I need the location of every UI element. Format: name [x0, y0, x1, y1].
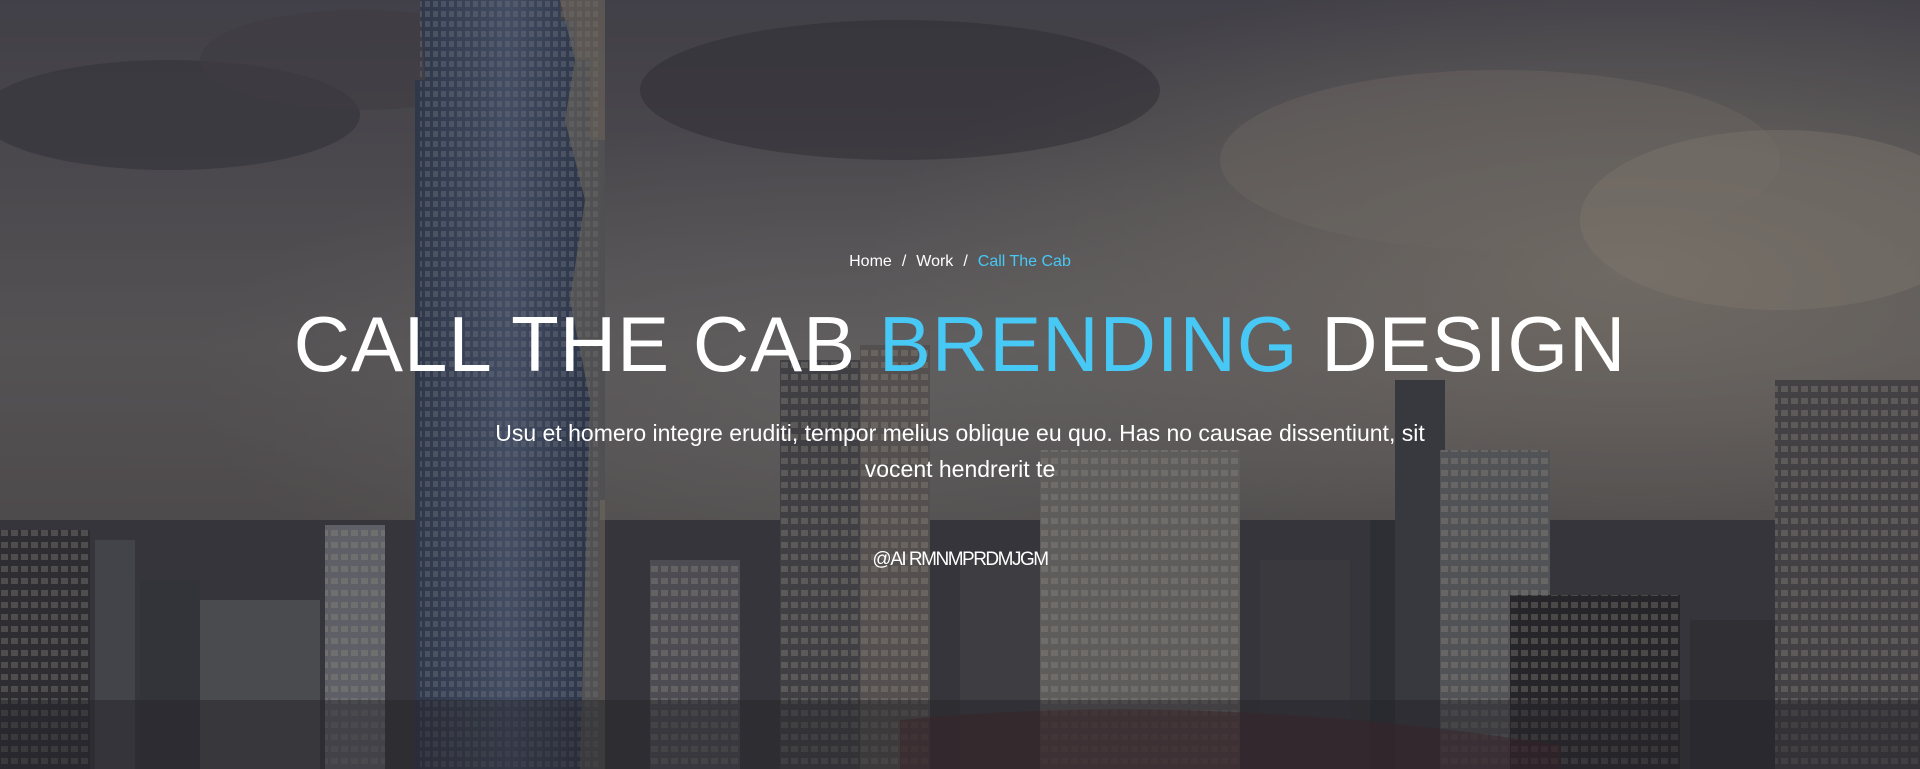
contact-email-link[interactable]: @AI RMNMPRDMJGM	[0, 549, 1920, 571]
breadcrumb-work-link[interactable]: Work	[916, 253, 953, 270]
page-title-accent: BRENDING	[878, 300, 1299, 388]
breadcrumb-current-page: Call The Cab	[977, 253, 1071, 270]
hero-content: Home / Work / Call The Cab CALL THE CAB BREN…	[0, 0, 1920, 769]
page-subtitle: Usu et homero integre eruditi, tempor me…	[495, 420, 1425, 482]
breadcrumb-separator: /	[901, 253, 907, 270]
breadcrumb-home-link[interactable]: Home	[849, 253, 892, 270]
page-title: CALL THE CAB BRENDING DESIGN	[0, 300, 1920, 388]
breadcrumb-separator: /	[963, 253, 968, 270]
hero-section: Home / Work / Call The Cab CALL THE CAB BREN…	[0, 0, 1920, 769]
page-title-part-2: DESIGN	[1298, 300, 1627, 388]
page-title-part-1: CALL THE CAB	[293, 300, 879, 388]
breadcrumb: Home / Work / Call The Cab	[0, 251, 1920, 273]
